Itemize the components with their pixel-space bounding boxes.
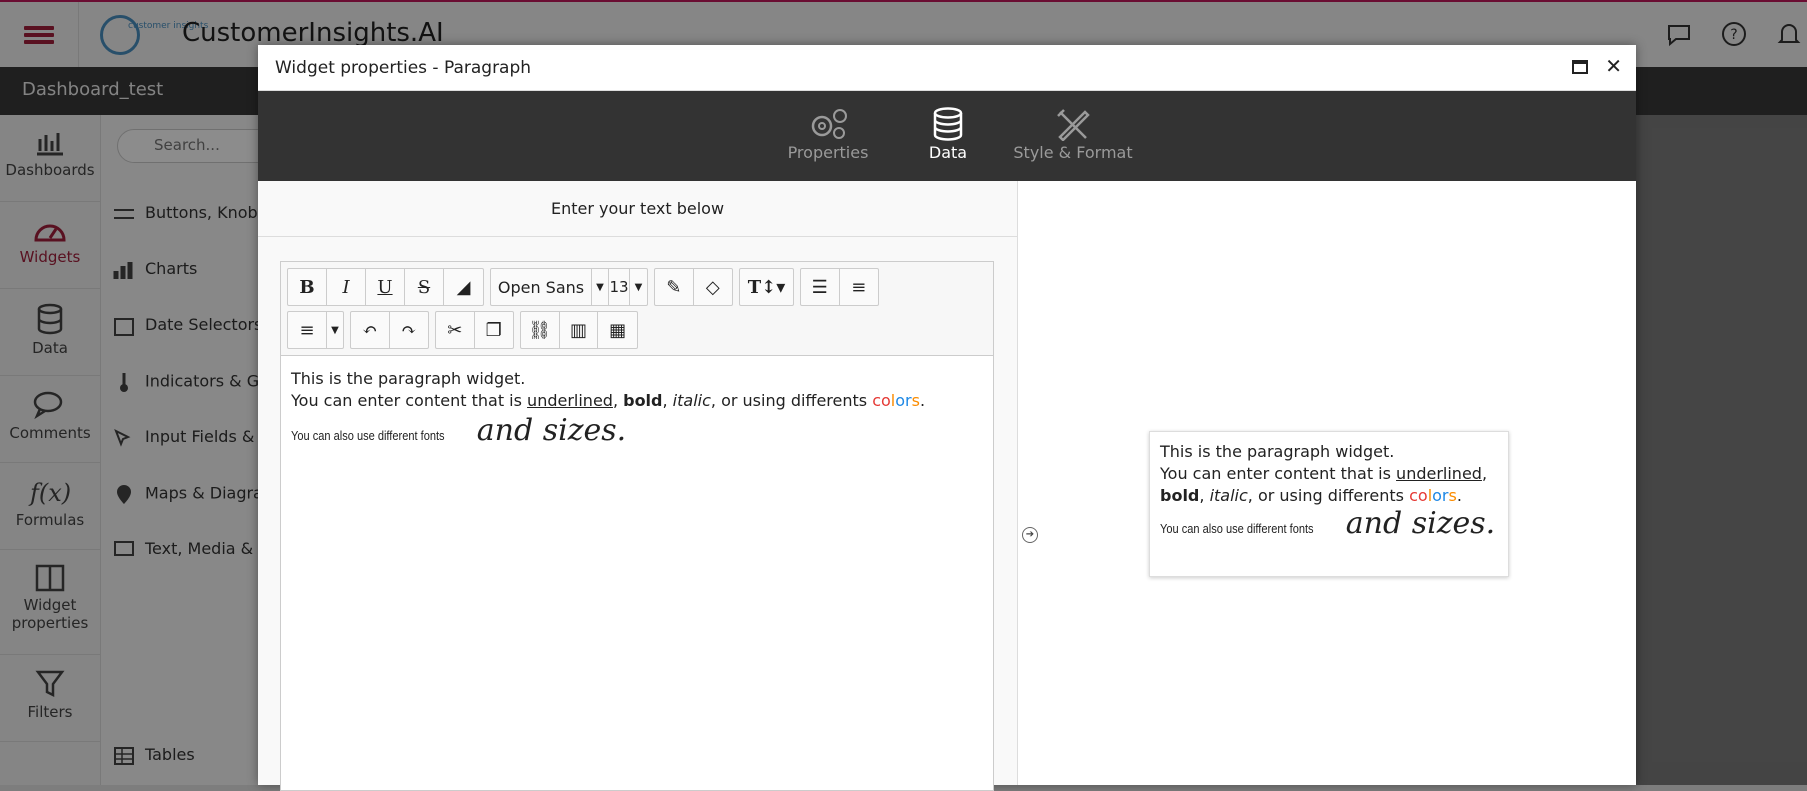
widget-properties-dialog: Widget properties - Paragraph ✕ Properti…: [258, 45, 1636, 791]
paragraph-line-2: You can enter content that is underlined…: [291, 390, 983, 412]
font-family-select[interactable]: Open Sans: [491, 269, 592, 305]
underlined-text: underlined: [1396, 464, 1482, 483]
tab-data[interactable]: Data: [908, 91, 988, 181]
underline-button[interactable]: U: [366, 269, 405, 305]
redo-icon[interactable]: ↷: [390, 312, 429, 348]
drop-icon[interactable]: ◇: [694, 269, 733, 305]
dialog-title: Widget properties - Paragraph: [275, 58, 532, 78]
italic-button[interactable]: I: [327, 269, 366, 305]
format-group: B I U S ◢: [287, 268, 484, 306]
underlined-text: underlined: [527, 391, 613, 410]
text-span: ,: [1199, 486, 1210, 505]
text-size-group: T↕▾: [739, 268, 794, 306]
script-font-text: and sizes.: [1345, 506, 1496, 541]
editor-pane: Enter your text below B I U S ◢ Open San…: [258, 181, 1018, 791]
colored-text: co: [872, 391, 891, 410]
paragraph-line-3: You can also use different fonts and siz…: [291, 416, 983, 447]
dialog-header: Widget properties - Paragraph ✕: [258, 45, 1636, 91]
bold-text: bold: [1160, 486, 1200, 505]
bulleted-list-icon[interactable]: ☰: [801, 269, 840, 305]
tab-style-format[interactable]: Style & Format: [1013, 91, 1133, 181]
tab-label: Data: [928, 143, 968, 162]
editor-body[interactable]: This is the paragraph widget. You can en…: [281, 356, 993, 681]
text-span: , or using differents: [710, 391, 873, 410]
tab-label: Properties: [787, 143, 869, 162]
list-group: ☰ ≡: [800, 268, 879, 306]
undo-icon[interactable]: ↶: [351, 312, 390, 348]
numbered-list-icon[interactable]: ≡: [840, 269, 879, 305]
align-left-icon[interactable]: ≡: [288, 312, 327, 348]
maximize-icon[interactable]: [1572, 60, 1588, 74]
copy-icon[interactable]: ❐: [475, 312, 514, 348]
history-group: ↶ ↷: [350, 311, 429, 349]
preview-line-1: This is the paragraph widget.: [1160, 442, 1395, 461]
small-font-text: You can also use different fonts: [1160, 521, 1314, 536]
font-group: Open Sans ▼ 13 ▼: [490, 268, 648, 306]
text-height-icon[interactable]: T↕▾: [740, 269, 793, 305]
chevron-down-icon[interactable]: ▼: [592, 269, 609, 305]
tab-label: Style & Format: [1013, 143, 1133, 162]
gears-icon: [811, 109, 847, 139]
calculator-icon[interactable]: ▦: [598, 312, 637, 348]
font-size-select[interactable]: 13: [609, 269, 630, 305]
scissors-icon[interactable]: ✂: [436, 312, 475, 348]
chevron-down-icon[interactable]: ▼: [327, 312, 343, 348]
text-span: .: [1456, 486, 1462, 505]
arrow-right-icon[interactable]: ➔: [1022, 527, 1038, 543]
text-span: , or using differents: [1247, 486, 1410, 505]
colored-text: co: [1409, 486, 1428, 505]
tab-properties[interactable]: Properties: [778, 91, 878, 181]
script-font-text: and sizes.: [476, 413, 627, 448]
text-span: ,: [662, 391, 673, 410]
colored-text: s: [1448, 486, 1457, 505]
rich-text-editor: B I U S ◢ Open Sans ▼ 13 ▼ ✎ ◇ T↕▾ ☰ ≡ ≡…: [280, 261, 994, 791]
align-group: ≡ ▼: [287, 311, 344, 349]
editor-toolbar: B I U S ◢ Open Sans ▼ 13 ▼ ✎ ◇ T↕▾ ☰ ≡ ≡…: [281, 262, 993, 356]
editor-header: Enter your text below: [258, 181, 1017, 237]
chart-icon[interactable]: ▥: [560, 312, 599, 348]
bold-text: bold: [623, 391, 663, 410]
paragraph-line-1: This is the paragraph widget.: [291, 369, 526, 388]
preview-pane: ➔ This is the paragraph widget. You can …: [1019, 181, 1636, 785]
text-span: You can enter content that is: [291, 391, 528, 410]
colored-text: s: [911, 391, 920, 410]
text-span: .: [919, 391, 926, 410]
brush-icon[interactable]: ✎: [655, 269, 694, 305]
chevron-down-icon[interactable]: ▼: [630, 269, 647, 305]
eraser-icon[interactable]: ◢: [444, 269, 483, 305]
text-span: ,: [1481, 464, 1488, 483]
preview-line-2: You can enter content that is underlined…: [1160, 463, 1498, 507]
insert-group: ⛓ ▥ ▦: [520, 311, 638, 349]
database-icon: [933, 107, 963, 141]
italic-text: italic: [1209, 486, 1248, 505]
link-icon[interactable]: ⛓: [521, 312, 560, 348]
dialog-content: Enter your text below B I U S ◢ Open San…: [258, 181, 1636, 791]
pencil-ruler-icon: [1057, 109, 1090, 141]
preview-line-3: You can also use different fonts and siz…: [1160, 509, 1498, 540]
bold-button[interactable]: B: [288, 269, 327, 305]
text-span: ,: [612, 391, 624, 410]
preview-widget[interactable]: This is the paragraph widget. You can en…: [1149, 431, 1509, 577]
dialog-tabs: Properties Data Style & Format: [258, 91, 1636, 181]
small-font-text: You can also use different fonts: [291, 428, 445, 443]
close-icon[interactable]: ✕: [1605, 54, 1622, 78]
strikethrough-button[interactable]: S: [405, 269, 444, 305]
italic-text: italic: [672, 391, 711, 410]
color-group: ✎ ◇: [654, 268, 733, 306]
clipboard-group: ✂ ❐: [435, 311, 514, 349]
colored-text: or: [895, 391, 912, 410]
text-span: You can enter content that is: [1160, 464, 1397, 483]
colored-text: or: [1432, 486, 1449, 505]
